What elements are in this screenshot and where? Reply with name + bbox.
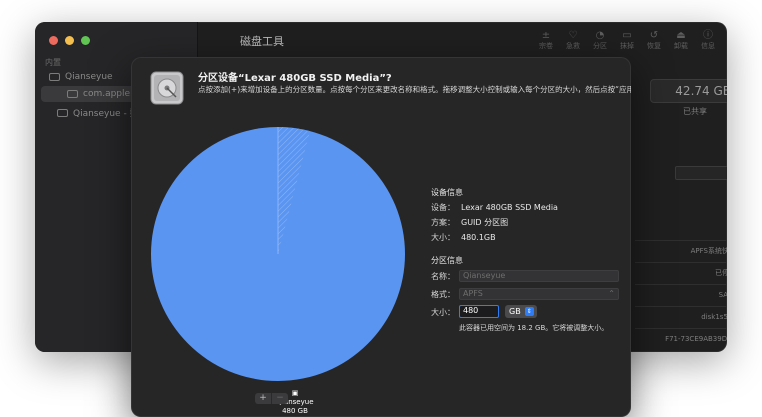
sidebar-item-label: Qianseyue (65, 72, 113, 82)
scheme-row: 方案： GUID 分区图 (431, 218, 509, 227)
info-row: F71-73CE9AB39D49 (635, 328, 727, 350)
restore-icon: ↺ (649, 30, 659, 41)
toolbar-partition-button[interactable]: ◔ 分区 (591, 30, 609, 51)
toolbar-unmount-button[interactable]: ⏏ 卸载 (672, 30, 690, 51)
info-table: APFS系统快照 已停用 SATA disk1s5s1 F71-73CE9AB3… (635, 240, 727, 350)
chevron-updown-icon: ⇕ (524, 307, 534, 316)
volume-icon (67, 90, 78, 98)
add-partition-button[interactable]: + (255, 393, 272, 404)
window-title: 磁盘工具 (240, 35, 284, 48)
erase-icon: ▭ (622, 30, 632, 41)
pie-svg (151, 127, 405, 381)
toolbar: ± 宗卷 ♡ 急救 ◔ 分区 ▭ 抹掉 ↺ 恢复 ⏏ 卸载 ⓘ 信息 (537, 30, 717, 51)
remove-partition-button[interactable]: − (272, 393, 288, 404)
resize-note: 此容器已用空间为 18.2 GB。它将被调整大小。 (459, 324, 609, 332)
chevron-updown-icon: ⌃ (608, 289, 615, 298)
pie-partition-size: 480 GB (282, 407, 308, 415)
volume-icon (57, 108, 68, 117)
name-key-label: 名称： (431, 272, 455, 281)
size-key-label: 大小： (431, 308, 455, 317)
sidebar-item-disk[interactable]: Qianseyue (49, 72, 113, 82)
toolbar-firstaid-button[interactable]: ♡ 急救 (564, 30, 582, 51)
size-row: 大小： 480.1GB (431, 233, 496, 242)
close-button[interactable] (49, 36, 58, 45)
info-row: 已停用 (635, 262, 727, 284)
sheet-title: 分区设备“Lexar 480GB SSD Media”? (198, 73, 392, 84)
eject-icon: ⏏ (676, 30, 686, 41)
sheet-description: 点按添加(+)来增加设备上的分区数量。点按每个分区来更改名称和格式。拖移调整大小… (198, 85, 631, 94)
partition-sheet: 分区设备“Lexar 480GB SSD Media”? 点按添加(+)来增加设… (131, 57, 631, 417)
capacity-box: 42.74 GB (650, 79, 727, 103)
info-row: disk1s5s1 (635, 306, 727, 328)
info-row: SATA (635, 284, 727, 306)
toolbar-info-button[interactable]: ⓘ 信息 (699, 30, 717, 51)
format-select[interactable]: APFS ⌃ (459, 288, 619, 300)
add-remove-buttons: + − (255, 393, 288, 404)
partition-name-field[interactable]: Qianseyue (459, 270, 619, 282)
toolbar-restore-button[interactable]: ↺ 恢复 (645, 30, 663, 51)
partition-info-heading: 分区信息 (431, 256, 463, 265)
plus-minus-icon: ± (541, 30, 551, 41)
window-controls (49, 36, 90, 45)
partition-size-input[interactable]: 480 (459, 305, 499, 318)
device-row: 设备： Lexar 480GB SSD Media (431, 203, 558, 212)
format-key-label: 格式： (431, 290, 455, 299)
device-info-heading: 设备信息 (431, 188, 463, 197)
info-icon: ⓘ (703, 30, 713, 41)
partition-icon: ◔ (595, 30, 605, 41)
hard-drive-icon (150, 71, 184, 105)
capacity-label: 已共享 (683, 107, 707, 116)
stethoscope-icon: ♡ (568, 30, 578, 41)
partition-pie-chart[interactable]: ▣ Qianseyue 480 GB (149, 125, 407, 415)
sidebar-item-label: Qianseyue - 数 (73, 109, 139, 119)
toolbar-erase-button[interactable]: ▭ 抹掉 (618, 30, 636, 51)
info-row: APFS系统快照 (635, 240, 727, 262)
sidebar-item-container[interactable]: Qianseyue - 数 (57, 106, 139, 119)
sidebar-heading: 内置 (45, 58, 61, 67)
zoom-button[interactable] (81, 36, 90, 45)
toolbar-volume-button[interactable]: ± 宗卷 (537, 30, 555, 51)
usage-bar (675, 166, 727, 180)
drive-icon (49, 73, 60, 81)
minimize-button[interactable] (65, 36, 74, 45)
volume-icon: ▣ (291, 389, 299, 397)
size-unit-select[interactable]: GB ⇕ (505, 305, 537, 318)
